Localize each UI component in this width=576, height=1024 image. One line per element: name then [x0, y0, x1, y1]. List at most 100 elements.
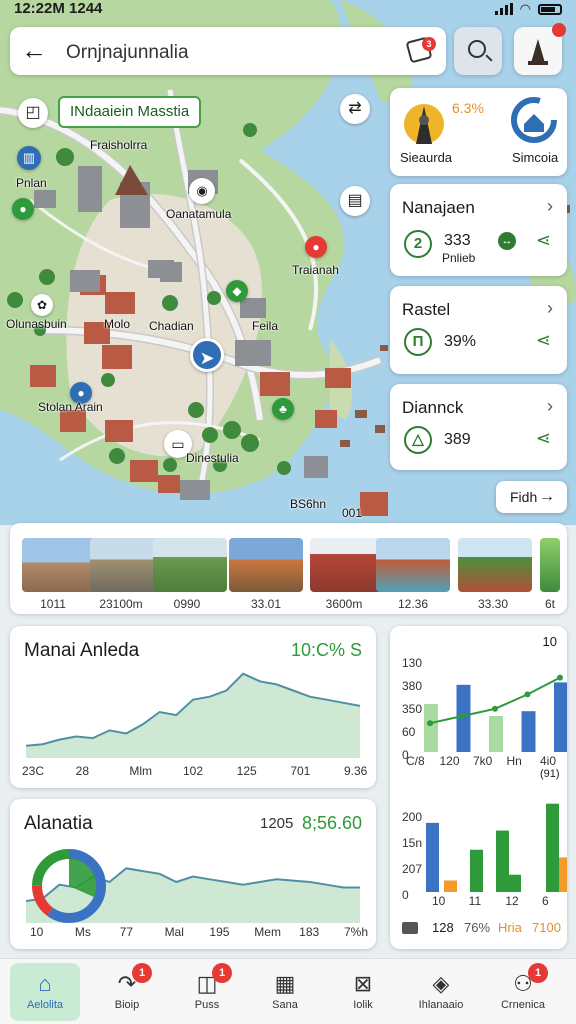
place-card[interactable]: Nanajaen › 2 333 Pnlieb ↔ ⋖ — [390, 184, 567, 276]
axis-tick-label: 350 — [402, 702, 423, 716]
home-shield-icon — [511, 97, 557, 143]
photo-thumbnail[interactable] — [540, 538, 560, 592]
map-stats-icon[interactable]: ▥ — [17, 146, 41, 170]
axis-tick-label: 701 — [290, 764, 311, 778]
map-pin-red-icon[interactable]: ● — [305, 236, 327, 258]
panel-value: 10:C% S — [290, 640, 362, 660]
nav-item-aelolita[interactable]: ⌂ Aelolita — [10, 963, 80, 1021]
photo-thumbnail[interactable] — [22, 538, 96, 592]
nav-item-crnenica[interactable]: ⚇ Crnenica 1 — [488, 963, 558, 1021]
place-title: Rastel — [402, 300, 451, 319]
wifi-icon: ◠ — [519, 1, 531, 16]
status-bar: 12:22M 1244 ◠ — [0, 0, 576, 22]
map-pin-green-icon[interactable]: ◆ — [226, 280, 248, 302]
search-input[interactable]: Ornjnajunnalia — [66, 42, 189, 64]
map-label: Chadian — [149, 319, 194, 333]
notification-badge: 1 — [212, 963, 232, 983]
profile-badge-icon — [552, 23, 566, 37]
photo-thumbnail[interactable] — [310, 538, 384, 592]
photo-caption: 33.01 — [250, 597, 282, 611]
photo-caption: 33.30 — [477, 597, 509, 611]
nav-label: Sana — [272, 999, 298, 1011]
find-button[interactable]: Fidh → — [496, 481, 567, 513]
nav-icon: ◈ — [432, 971, 450, 996]
photo-thumbnail[interactable] — [376, 538, 450, 592]
map-bus-icon[interactable]: ◉ — [189, 178, 215, 204]
nav-icon: ⌂ — [38, 971, 52, 996]
axis-tick-label: 6 — [542, 894, 549, 908]
bar — [521, 711, 536, 752]
chevron-right-icon[interactable]: › — [547, 298, 553, 319]
nav-item-puss[interactable]: ◫ Puss 1 — [172, 963, 242, 1021]
poi-percent: 6.3% — [452, 100, 484, 116]
bar — [554, 682, 567, 752]
bar-chart-panel[interactable]: 10 130 380 350 60 0 C/8 120 7k0 Hn 4i0 (91) 200 15… — [390, 626, 567, 949]
poi-right-label: Simcoia — [512, 150, 559, 165]
chevron-right-icon[interactable]: › — [547, 196, 553, 217]
notification-badge: 1 — [132, 963, 152, 983]
find-button-label: Fidh — [510, 489, 538, 505]
place-value: 333 — [444, 232, 471, 249]
back-arrow-icon[interactable]: ← — [20, 37, 48, 63]
axis-tick-label: 0 — [402, 888, 409, 902]
axis-tick-label: Mlm — [129, 764, 152, 778]
share-icon[interactable]: ⋖ — [536, 230, 551, 251]
photo-thumbnail[interactable] — [153, 538, 227, 592]
map-pin-green-icon[interactable]: ♣ — [272, 398, 294, 420]
nav-icon: ⊠ — [353, 971, 373, 996]
axis-tick-label: 28 — [75, 764, 90, 778]
place-card[interactable]: Rastel › Π 39% ⋖ — [390, 286, 567, 374]
trend-point — [459, 713, 466, 719]
nav-item-iolik[interactable]: ⊠ Iolik — [328, 963, 398, 1021]
panel-title: Manai Anleda — [24, 640, 140, 661]
place-value: 389 — [444, 431, 471, 448]
place-title: Nanajaen — [402, 198, 475, 217]
route-icon[interactable]: ↔ — [498, 232, 516, 250]
photo-strip[interactable]: 1011 23100m 0990 33.01 3600m 12.36 33.30… — [10, 523, 567, 614]
axis-tick-label: 77 — [119, 925, 134, 939]
map-label: Pnlan — [16, 176, 47, 190]
nav-item-sana[interactable]: ▦ Sana — [250, 963, 320, 1021]
map-label: Olunasbuin — [6, 317, 67, 331]
bar — [444, 880, 457, 892]
axis-tick-label: 15n — [402, 836, 423, 850]
share-icon[interactable]: ⋖ — [536, 428, 551, 449]
bar — [496, 830, 509, 892]
area-fill — [26, 673, 360, 758]
photo-thumbnail[interactable] — [229, 538, 303, 592]
chart-value-label: 10 — [542, 634, 557, 649]
map-layers-icon[interactable]: ▤ — [340, 186, 370, 216]
map-label-pill[interactable]: INdaaiein Masstia — [58, 96, 202, 128]
chevron-right-icon[interactable]: › — [547, 396, 553, 417]
axis-tick-label: 183 — [299, 925, 320, 939]
map-pin-green-icon[interactable]: ● — [12, 198, 34, 220]
map-poi-icon[interactable]: ✿ — [31, 294, 53, 316]
place-card[interactable]: Diannck › △ 389 ⋖ — [390, 384, 567, 470]
trend-point — [492, 705, 498, 712]
axis-tick-label: 10 — [30, 925, 44, 939]
profile-button[interactable] — [514, 23, 566, 75]
poi-summary-card[interactable]: 6.3% Sieaurda Simcoia — [390, 88, 567, 176]
photo-thumbnail[interactable] — [458, 538, 532, 592]
map-route-icon[interactable]: ⇄ — [340, 94, 370, 124]
share-icon[interactable]: ⋖ — [536, 330, 551, 351]
search-bar[interactable]: ← Ornjnajunnalia 3 — [10, 27, 446, 75]
status-time: 12:22M 1244 — [14, 0, 103, 17]
axis-tick-label: 102 — [183, 764, 204, 778]
nav-item-bioip[interactable]: ↷ Bioip 1 — [92, 963, 162, 1021]
zoom-button[interactable] — [454, 27, 502, 75]
bar — [508, 874, 521, 892]
current-location-icon[interactable]: ➤ — [190, 338, 224, 372]
trend-panel[interactable]: Manai Anleda 10:C% S 23C 28 Mlm 102 125 701 9.… — [10, 626, 376, 788]
bar — [426, 822, 439, 892]
axis-tick-label: 7%h — [344, 925, 369, 939]
map-label: Oanatamula — [166, 207, 232, 221]
photo-caption: 1011 — [40, 597, 66, 611]
map-camera-icon[interactable]: ◰ — [18, 98, 48, 128]
axis-tick-label: 125 — [236, 764, 257, 778]
bar — [489, 716, 503, 752]
nav-item-ihlanaaio[interactable]: ◈ Ihlanaaio — [406, 963, 476, 1021]
overview-panel[interactable]: Alanatia 1205 8;56.60 10 Ms 77 Mal 195 Mem 183… — [10, 799, 376, 949]
tower-icon — [404, 104, 444, 144]
place-title: Diannck — [402, 398, 464, 417]
